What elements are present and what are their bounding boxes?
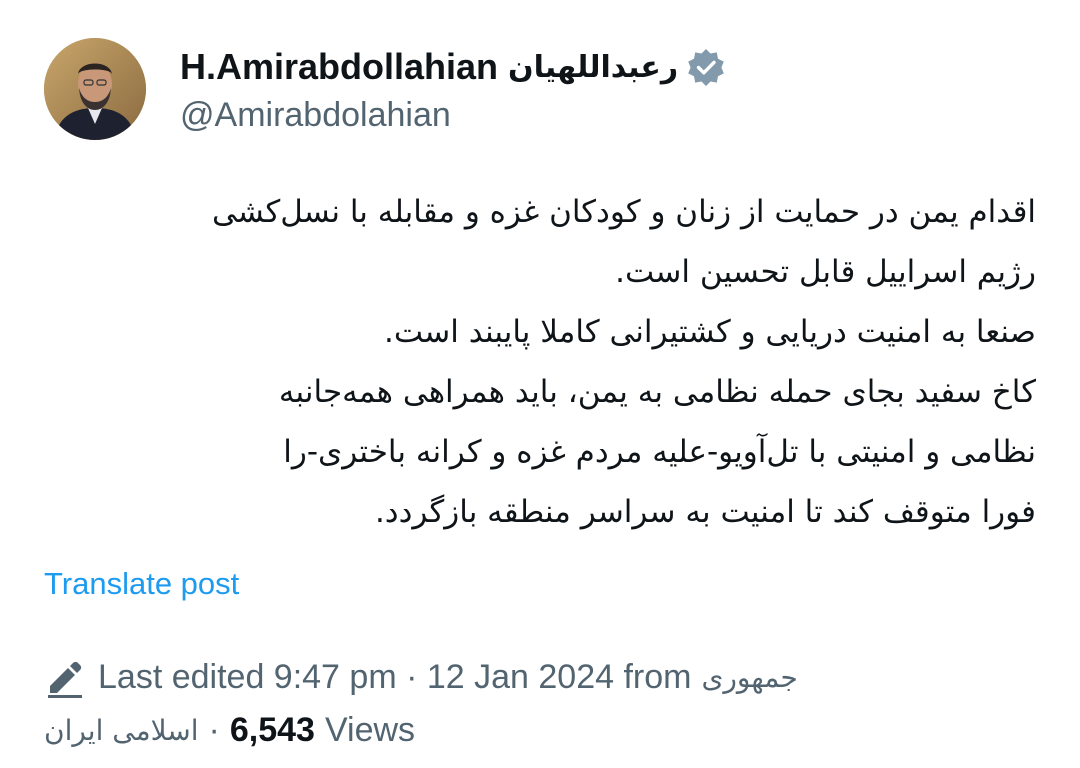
views-count[interactable]: 6,543 bbox=[230, 711, 315, 750]
author-display-name-persian[interactable]: رعبداللهیان bbox=[508, 50, 678, 85]
pencil-edit-icon[interactable] bbox=[44, 656, 86, 698]
last-edited-text[interactable]: Last edited 9:47 pm · 12 Jan 2024 from bbox=[98, 658, 691, 697]
post-source-part2: اسلامی ایران bbox=[44, 713, 199, 747]
tweet-header: H.Amirabdollahian رعبداللهیان @Amirabdol… bbox=[44, 38, 1044, 148]
separator-dot: · bbox=[208, 710, 220, 749]
tweet-line: فورا متوقف کند تا امنیت به سراسر منطقه ب… bbox=[374, 494, 1036, 530]
tweet-line: صنعا به امنیت دریایی و کشتیرانی کاملا پا… bbox=[384, 314, 1036, 350]
post-metadata-line-2: اسلامی ایران · 6,543 Views bbox=[44, 704, 415, 756]
author-handle[interactable]: @Amirabdolahian bbox=[180, 96, 451, 135]
tweet-line: اقدام یمن در حمایت از زنان و کودکان غزه … bbox=[211, 194, 1036, 230]
author-name-line: H.Amirabdollahian رعبداللهیان bbox=[180, 42, 726, 92]
verified-badge-icon[interactable] bbox=[686, 47, 726, 87]
views-label: Views bbox=[324, 710, 416, 749]
tweet-line: رژیم اسراییل قابل تحسین است. bbox=[615, 254, 1036, 290]
post-metadata-line: Last edited 9:47 pm · 12 Jan 2024 from ج… bbox=[44, 652, 798, 702]
tweet-line: کاخ سفید بجای حمله نظامی به یمن، باید هم… bbox=[278, 374, 1036, 410]
tweet-text: اقدام یمن در حمایت از زنان و کودکان غزه … bbox=[44, 182, 1036, 542]
post-source-part1: جمهوری bbox=[701, 660, 798, 694]
author-display-name[interactable]: H.Amirabdollahian bbox=[180, 46, 498, 88]
tweet-line: نظامی و امنیتی با تل‌آویو-علیه مردم غزه … bbox=[283, 434, 1036, 470]
translate-post-link[interactable]: Translate post bbox=[44, 566, 239, 602]
author-avatar[interactable] bbox=[44, 38, 146, 140]
